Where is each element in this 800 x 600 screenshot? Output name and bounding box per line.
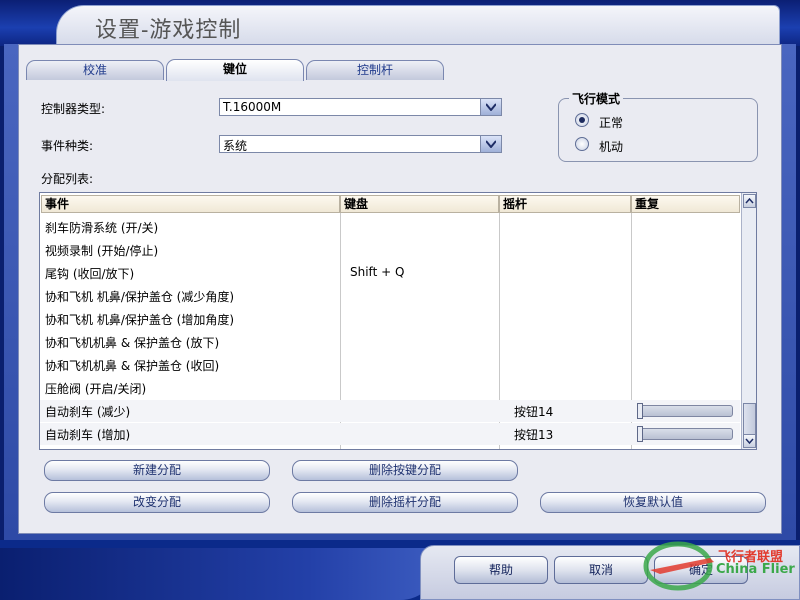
chevron-up-icon xyxy=(745,197,754,204)
column-header-joystick[interactable]: 摇杆 xyxy=(499,195,631,213)
scroll-thumb[interactable] xyxy=(743,403,756,437)
event-category-select[interactable]: 系统 xyxy=(219,135,502,153)
slider-handle[interactable] xyxy=(637,426,643,442)
row-keyboard: Shift + Q xyxy=(350,265,405,279)
event-category-label: 事件种类: xyxy=(41,139,94,153)
radio-maneuver-label: 机动 xyxy=(599,140,624,154)
bottom-sweep xyxy=(0,548,440,600)
controller-type-select[interactable]: T.16000M xyxy=(219,98,502,116)
title-tab: 设置-游戏控制 xyxy=(56,5,780,45)
table-row[interactable]: 协和飞机机鼻 & 保护盖仓 (放下) xyxy=(40,331,740,353)
chevron-down-icon xyxy=(745,438,754,445)
window-title: 设置-游戏控制 xyxy=(95,18,242,43)
row-event: 压舱阀 (开启/关闭) xyxy=(45,382,147,396)
radio-selected-dot xyxy=(579,117,585,123)
table-row[interactable]: 协和飞机 机鼻/保护盖仓 (增加角度) xyxy=(40,308,740,330)
table-row[interactable]: 协和飞机机鼻 & 保护盖仓 (收回) xyxy=(40,354,740,376)
assignment-list[interactable]: 事件 键盘 摇杆 重复 刹车防滑系统 (开/关) 视频录制 (开始/停止) 尾钩… xyxy=(39,192,757,450)
row-event: 协和飞机 机鼻/保护盖仓 (增加角度) xyxy=(45,313,235,327)
list-scrollbar[interactable] xyxy=(741,193,756,449)
controller-type-value: T.16000M xyxy=(223,100,282,114)
cancel-button[interactable]: 取消 xyxy=(554,556,648,584)
new-assignment-button[interactable]: 新建分配 xyxy=(44,460,270,481)
tab-calibration[interactable]: 校准 xyxy=(26,60,164,80)
radio-normal-label: 正常 xyxy=(599,116,624,130)
row-joystick: 按钮13 xyxy=(514,428,554,442)
tab-control-axes[interactable]: 控制杆 xyxy=(306,60,444,80)
assignment-list-label: 分配列表: xyxy=(41,172,94,186)
column-header-repeat[interactable]: 重复 xyxy=(631,195,740,213)
help-button[interactable]: 帮助 xyxy=(454,556,548,584)
restore-defaults-button[interactable]: 恢复默认值 xyxy=(540,492,766,513)
delete-key-assignment-button[interactable]: 删除按键分配 xyxy=(292,460,518,481)
row-event: 自动刹车 (减少) xyxy=(45,405,131,419)
row-joystick: 按钮14 xyxy=(514,405,554,419)
flight-mode-group: 飞行模式 正常 机动 xyxy=(558,90,758,162)
repeat-slider[interactable] xyxy=(637,426,733,442)
row-event: 协和飞机 机鼻/保护盖仓 (减少角度) xyxy=(45,290,235,304)
column-header-keyboard[interactable]: 键盘 xyxy=(340,195,499,213)
table-row[interactable]: 尾钩 (收回/放下) Shift + Q xyxy=(40,262,740,284)
row-event: 自动刹车 (增加) xyxy=(45,428,131,442)
table-row[interactable]: 自动刹车 (减少) 按钮14 xyxy=(40,400,740,422)
tab-key-bindings[interactable]: 键位 xyxy=(166,59,304,81)
event-category-value: 系统 xyxy=(223,139,248,153)
repeat-slider[interactable] xyxy=(637,403,733,419)
flight-mode-title: 飞行模式 xyxy=(569,90,624,107)
scroll-down-button[interactable] xyxy=(743,434,756,448)
table-row[interactable]: 刹车防滑系统 (开/关) xyxy=(40,216,740,238)
table-row[interactable]: 压舱阀 (开启/关闭) xyxy=(40,377,740,399)
slider-handle[interactable] xyxy=(637,403,643,419)
table-row[interactable]: 自动刹车 (增加) 按钮13 xyxy=(40,423,740,445)
chevron-down-icon xyxy=(486,140,496,148)
row-event: 视频录制 (开始/停止) xyxy=(45,244,159,258)
radio-normal[interactable] xyxy=(575,113,589,127)
row-event: 尾钩 (收回/放下) xyxy=(45,267,135,281)
title-bar: 设置-游戏控制 xyxy=(0,0,800,46)
scroll-up-button[interactable] xyxy=(743,194,756,208)
column-header-event[interactable]: 事件 xyxy=(41,195,340,213)
change-assignment-button[interactable]: 改变分配 xyxy=(44,492,270,513)
radio-maneuver[interactable] xyxy=(575,137,589,151)
table-row[interactable]: 协和飞机 机鼻/保护盖仓 (减少角度) xyxy=(40,285,740,307)
controller-type-label: 控制器类型: xyxy=(41,102,106,116)
chevron-down-icon xyxy=(486,103,496,111)
watermark-sub: China Flier xyxy=(716,562,795,577)
delete-joystick-assignment-button[interactable]: 删除摇杆分配 xyxy=(292,492,518,513)
row-event: 协和飞机机鼻 & 保护盖仓 (收回) xyxy=(45,359,220,373)
controller-type-dropdown-button[interactable] xyxy=(480,99,501,115)
row-event: 刹车防滑系统 (开/关) xyxy=(45,221,159,235)
row-event: 协和飞机机鼻 & 保护盖仓 (放下) xyxy=(45,336,220,350)
table-row[interactable]: 视频录制 (开始/停止) xyxy=(40,239,740,261)
event-category-dropdown-button[interactable] xyxy=(480,136,501,152)
